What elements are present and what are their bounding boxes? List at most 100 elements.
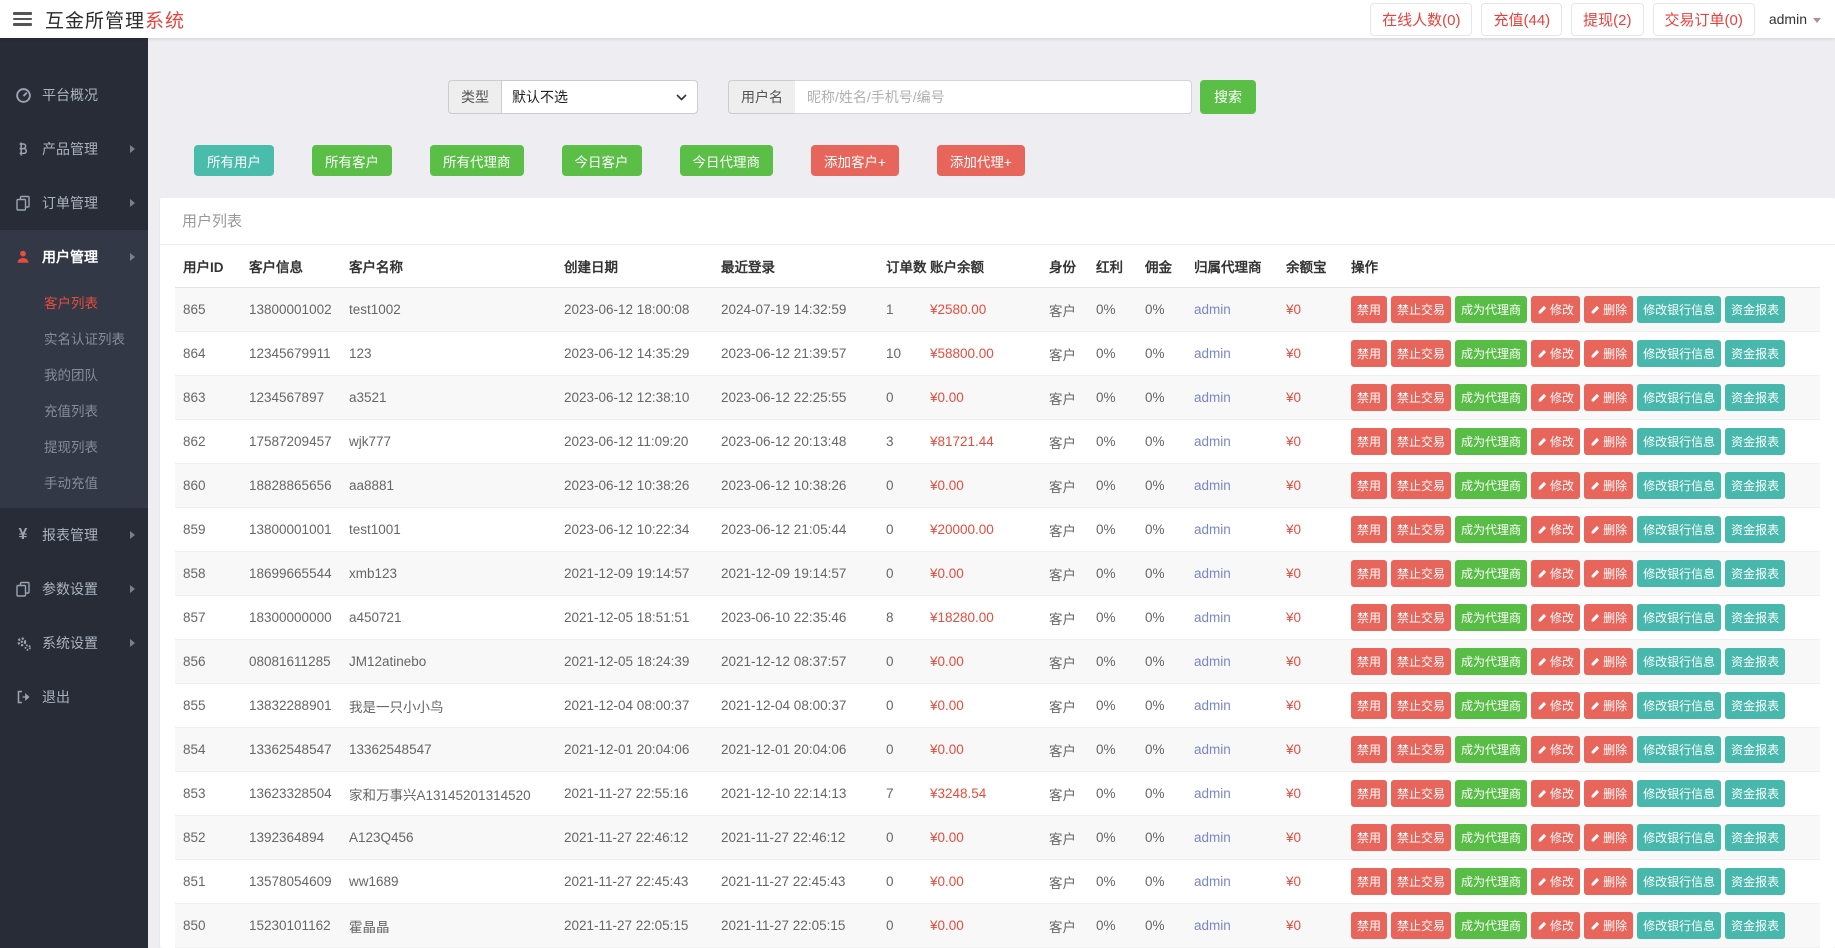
- edit-button[interactable]: 修改: [1531, 736, 1580, 763]
- delete-button[interactable]: 删除: [1584, 604, 1633, 631]
- make-agent-button[interactable]: 成为代理商: [1455, 780, 1527, 807]
- agent-link[interactable]: admin: [1194, 610, 1231, 625]
- make-agent-button[interactable]: 成为代理商: [1455, 824, 1527, 851]
- sidebar-item-my-team[interactable]: 我的团队: [0, 356, 148, 392]
- agent-link[interactable]: admin: [1194, 346, 1231, 361]
- sidebar-item-customer-list[interactable]: 客户列表: [0, 284, 148, 320]
- all-users-button[interactable]: 所有用户: [194, 145, 274, 176]
- edit-button[interactable]: 修改: [1531, 296, 1580, 323]
- funds-report-button[interactable]: 资金报表: [1725, 912, 1785, 939]
- edit-button[interactable]: 修改: [1531, 604, 1580, 631]
- online-users-button[interactable]: 在线人数(0): [1370, 3, 1472, 36]
- add-customer-button[interactable]: 添加客户+: [811, 145, 899, 176]
- sidebar-item-user-mgmt[interactable]: 用户管理: [0, 230, 148, 284]
- make-agent-button[interactable]: 成为代理商: [1455, 428, 1527, 455]
- delete-button[interactable]: 删除: [1584, 736, 1633, 763]
- sidebar-item-platform-overview[interactable]: 平台概况: [0, 68, 148, 122]
- delete-button[interactable]: 删除: [1584, 780, 1633, 807]
- agent-link[interactable]: admin: [1194, 522, 1231, 537]
- sidebar-item-realname-list[interactable]: 实名认证列表: [0, 320, 148, 356]
- funds-report-button[interactable]: 资金报表: [1725, 648, 1785, 675]
- funds-report-button[interactable]: 资金报表: [1725, 472, 1785, 499]
- agent-link[interactable]: admin: [1194, 830, 1231, 845]
- delete-button[interactable]: 删除: [1584, 868, 1633, 895]
- disable-button[interactable]: 禁用: [1351, 560, 1387, 587]
- disable-button[interactable]: 禁用: [1351, 428, 1387, 455]
- disable-button[interactable]: 禁用: [1351, 692, 1387, 719]
- disable-button[interactable]: 禁用: [1351, 648, 1387, 675]
- disable-button[interactable]: 禁用: [1351, 736, 1387, 763]
- agent-link[interactable]: admin: [1194, 478, 1231, 493]
- delete-button[interactable]: 删除: [1584, 296, 1633, 323]
- ban-trade-button[interactable]: 禁止交易: [1391, 560, 1451, 587]
- funds-report-button[interactable]: 资金报表: [1725, 296, 1785, 323]
- ban-trade-button[interactable]: 禁止交易: [1391, 912, 1451, 939]
- withdraw-button[interactable]: 提现(2): [1571, 3, 1643, 36]
- ban-trade-button[interactable]: 禁止交易: [1391, 692, 1451, 719]
- funds-report-button[interactable]: 资金报表: [1725, 560, 1785, 587]
- agent-link[interactable]: admin: [1194, 434, 1231, 449]
- edit-bank-info-button[interactable]: 修改银行信息: [1637, 472, 1721, 499]
- make-agent-button[interactable]: 成为代理商: [1455, 692, 1527, 719]
- delete-button[interactable]: 删除: [1584, 428, 1633, 455]
- funds-report-button[interactable]: 资金报表: [1725, 692, 1785, 719]
- edit-button[interactable]: 修改: [1531, 560, 1580, 587]
- disable-button[interactable]: 禁用: [1351, 780, 1387, 807]
- sidebar-item-param-settings[interactable]: 参数设置: [0, 562, 148, 616]
- add-agent-button[interactable]: 添加代理+: [937, 145, 1025, 176]
- agent-link[interactable]: admin: [1194, 786, 1231, 801]
- funds-report-button[interactable]: 资金报表: [1725, 428, 1785, 455]
- trade-orders-button[interactable]: 交易订单(0): [1653, 3, 1755, 36]
- disable-button[interactable]: 禁用: [1351, 296, 1387, 323]
- disable-button[interactable]: 禁用: [1351, 824, 1387, 851]
- funds-report-button[interactable]: 资金报表: [1725, 604, 1785, 631]
- edit-bank-info-button[interactable]: 修改银行信息: [1637, 912, 1721, 939]
- disable-button[interactable]: 禁用: [1351, 604, 1387, 631]
- disable-button[interactable]: 禁用: [1351, 516, 1387, 543]
- edit-bank-info-button[interactable]: 修改银行信息: [1637, 824, 1721, 851]
- edit-button[interactable]: 修改: [1531, 516, 1580, 543]
- today-agents-button[interactable]: 今日代理商: [680, 145, 774, 176]
- disable-button[interactable]: 禁用: [1351, 912, 1387, 939]
- ban-trade-button[interactable]: 禁止交易: [1391, 824, 1451, 851]
- make-agent-button[interactable]: 成为代理商: [1455, 560, 1527, 587]
- all-agents-button[interactable]: 所有代理商: [430, 145, 524, 176]
- delete-button[interactable]: 删除: [1584, 648, 1633, 675]
- user-menu[interactable]: admin: [1769, 11, 1821, 27]
- edit-button[interactable]: 修改: [1531, 868, 1580, 895]
- sidebar-item-recharge-list[interactable]: 充值列表: [0, 392, 148, 428]
- ban-trade-button[interactable]: 禁止交易: [1391, 384, 1451, 411]
- edit-button[interactable]: 修改: [1531, 912, 1580, 939]
- ban-trade-button[interactable]: 禁止交易: [1391, 648, 1451, 675]
- edit-bank-info-button[interactable]: 修改银行信息: [1637, 384, 1721, 411]
- funds-report-button[interactable]: 资金报表: [1725, 824, 1785, 851]
- delete-button[interactable]: 删除: [1584, 692, 1633, 719]
- ban-trade-button[interactable]: 禁止交易: [1391, 868, 1451, 895]
- delete-button[interactable]: 删除: [1584, 340, 1633, 367]
- disable-button[interactable]: 禁用: [1351, 868, 1387, 895]
- agent-link[interactable]: admin: [1194, 302, 1231, 317]
- username-input[interactable]: [795, 80, 1192, 114]
- edit-bank-info-button[interactable]: 修改银行信息: [1637, 868, 1721, 895]
- make-agent-button[interactable]: 成为代理商: [1455, 472, 1527, 499]
- make-agent-button[interactable]: 成为代理商: [1455, 868, 1527, 895]
- agent-link[interactable]: admin: [1194, 654, 1231, 669]
- ban-trade-button[interactable]: 禁止交易: [1391, 780, 1451, 807]
- sidebar-item-logout[interactable]: 退出: [0, 670, 148, 724]
- edit-button[interactable]: 修改: [1531, 384, 1580, 411]
- funds-report-button[interactable]: 资金报表: [1725, 868, 1785, 895]
- disable-button[interactable]: 禁用: [1351, 472, 1387, 499]
- make-agent-button[interactable]: 成为代理商: [1455, 604, 1527, 631]
- make-agent-button[interactable]: 成为代理商: [1455, 296, 1527, 323]
- delete-button[interactable]: 删除: [1584, 824, 1633, 851]
- edit-button[interactable]: 修改: [1531, 780, 1580, 807]
- ban-trade-button[interactable]: 禁止交易: [1391, 472, 1451, 499]
- make-agent-button[interactable]: 成为代理商: [1455, 516, 1527, 543]
- make-agent-button[interactable]: 成为代理商: [1455, 648, 1527, 675]
- edit-button[interactable]: 修改: [1531, 428, 1580, 455]
- edit-bank-info-button[interactable]: 修改银行信息: [1637, 736, 1721, 763]
- edit-bank-info-button[interactable]: 修改银行信息: [1637, 340, 1721, 367]
- disable-button[interactable]: 禁用: [1351, 384, 1387, 411]
- ban-trade-button[interactable]: 禁止交易: [1391, 516, 1451, 543]
- agent-link[interactable]: admin: [1194, 390, 1231, 405]
